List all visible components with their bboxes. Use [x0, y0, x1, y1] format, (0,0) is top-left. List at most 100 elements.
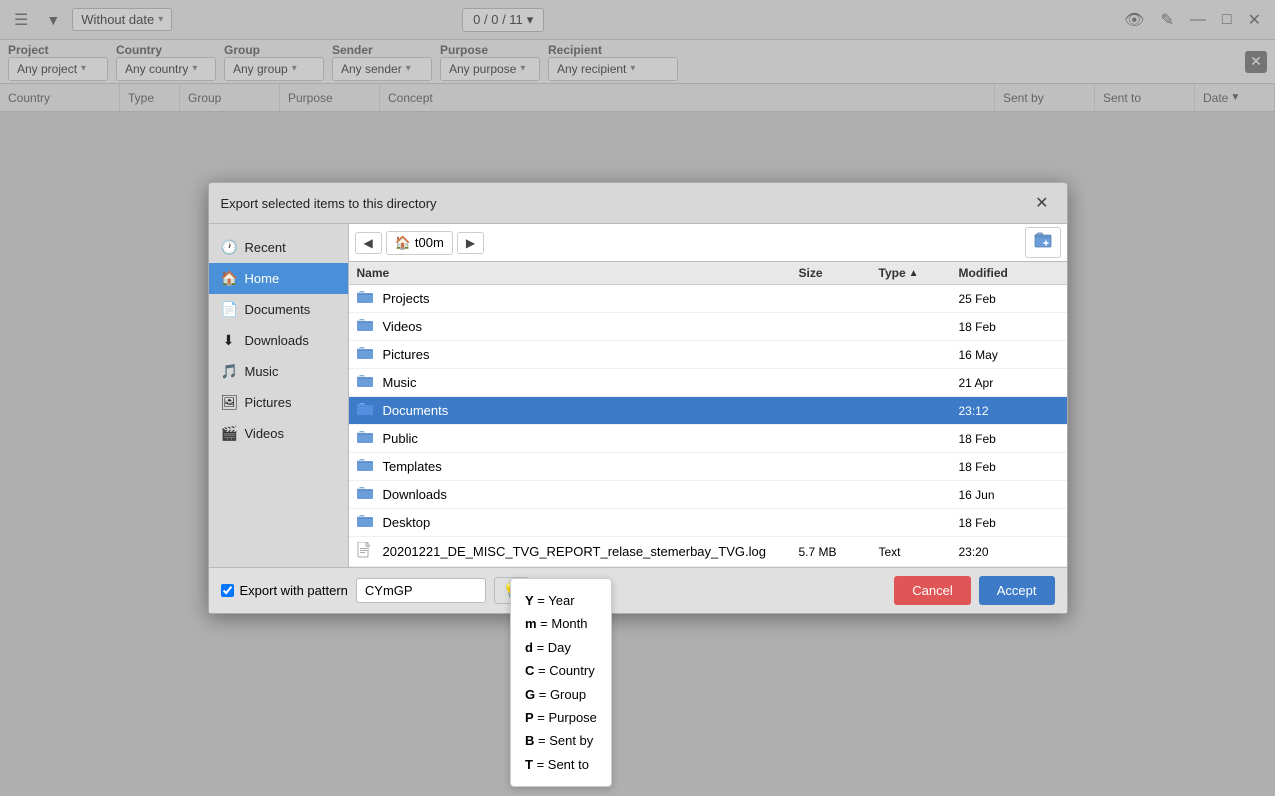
file-type-icon — [357, 458, 377, 475]
tooltip-item: P = Purpose — [525, 706, 597, 729]
file-row[interactable]: Videos 18 Feb — [349, 313, 1067, 341]
file-row[interactable]: 20201221_DE_MISC_TVG_REPORT_relase_steme… — [349, 537, 1067, 567]
file-type-icon — [357, 430, 377, 447]
tooltip-item: T = Sent to — [525, 753, 597, 776]
file-row[interactable]: Downloads 16 Jun — [349, 481, 1067, 509]
pictures-icon: 🖼 — [221, 394, 237, 411]
file-col-modified[interactable]: Modified — [959, 266, 1059, 280]
downloads-icon: ⬇ — [221, 332, 237, 349]
new-folder-button[interactable] — [1025, 227, 1061, 258]
tooltip-key: P — [525, 710, 534, 725]
file-modified: 25 Feb — [959, 292, 1059, 306]
file-modified: 18 Feb — [959, 460, 1059, 474]
nav-forward-button[interactable]: ▶ — [457, 232, 484, 254]
cancel-button[interactable]: Cancel — [894, 576, 970, 605]
dialog-close-button[interactable]: ✕ — [1029, 191, 1054, 215]
file-type-icon — [357, 374, 377, 391]
file-name: Desktop — [383, 515, 799, 530]
tooltip-key: Y — [525, 593, 534, 608]
file-name: Projects — [383, 291, 799, 306]
tooltip-key: m — [525, 616, 537, 631]
file-modified: 16 Jun — [959, 488, 1059, 502]
file-type-icon — [357, 346, 377, 363]
export-pattern-label: Export with pattern — [240, 583, 348, 598]
sidebar-label-music: Music — [245, 364, 279, 379]
sidebar-label-documents: Documents — [245, 302, 311, 317]
file-sidebar: 🕐 Recent🏠 Home📄 Documents⬇ Downloads🎵 Mu… — [209, 224, 349, 567]
file-modified: 23:20 — [959, 545, 1059, 559]
tooltip-item: B = Sent by — [525, 729, 597, 752]
sidebar-label-downloads: Downloads — [245, 333, 309, 348]
tooltip-item: d = Day — [525, 636, 597, 659]
sidebar-item-recent[interactable]: 🕐 Recent — [209, 232, 348, 263]
file-name: Templates — [383, 459, 799, 474]
tooltip-key: T — [525, 757, 533, 772]
dialog-header: Export selected items to this directory … — [209, 183, 1067, 224]
file-row[interactable]: Documents 23:12 — [349, 397, 1067, 425]
dialog-footer: Export with pattern 💡 Cancel Accept — [209, 567, 1067, 613]
sidebar-item-pictures[interactable]: 🖼 Pictures — [209, 387, 348, 418]
sidebar-item-home[interactable]: 🏠 Home — [209, 263, 348, 294]
home-icon: 🏠 — [221, 270, 237, 287]
sidebar-label-recent: Recent — [245, 240, 286, 255]
tooltip-key: d — [525, 640, 533, 655]
file-row[interactable]: Public 18 Feb — [349, 425, 1067, 453]
tooltip-item: G = Group — [525, 683, 597, 706]
file-type-icon — [357, 486, 377, 503]
tooltip-key: G — [525, 687, 535, 702]
music-icon: 🎵 — [221, 363, 237, 380]
accept-button[interactable]: Accept — [979, 576, 1055, 605]
file-col-name[interactable]: Name — [357, 266, 799, 280]
file-row[interactable]: Pictures 16 May — [349, 341, 1067, 369]
file-row[interactable]: Music 21 Apr — [349, 369, 1067, 397]
file-col-type[interactable]: Type ▲ — [879, 266, 959, 280]
nav-location: 🏠 t00m — [386, 231, 453, 255]
dialog-title: Export selected items to this directory — [221, 196, 437, 211]
sidebar-item-videos[interactable]: 🎬 Videos — [209, 418, 348, 449]
file-type: Text — [879, 545, 959, 559]
sidebar-label-home: Home — [245, 271, 280, 286]
videos-icon: 🎬 — [221, 425, 237, 442]
file-type-icon — [357, 318, 377, 335]
file-modified: 21 Apr — [959, 376, 1059, 390]
pattern-input[interactable] — [356, 578, 486, 603]
file-name: Pictures — [383, 347, 799, 362]
sidebar-label-videos: Videos — [245, 426, 285, 441]
tooltip-item: C = Country — [525, 659, 597, 682]
file-name: Documents — [383, 403, 799, 418]
file-browser: ◀ 🏠 t00m ▶ — [349, 224, 1067, 567]
file-row[interactable]: Projects 25 Feb — [349, 285, 1067, 313]
file-modified: 18 Feb — [959, 516, 1059, 530]
documents-icon: 📄 — [221, 301, 237, 318]
sidebar-item-music[interactable]: 🎵 Music — [209, 356, 348, 387]
home-icon: 🏠 — [395, 235, 411, 251]
file-name: Videos — [383, 319, 799, 334]
file-name: Public — [383, 431, 799, 446]
type-sort-arrow: ▲ — [909, 268, 919, 279]
file-type-icon — [357, 290, 377, 307]
export-pattern-checkbox[interactable] — [221, 584, 234, 597]
nav-bar: ◀ 🏠 t00m ▶ — [349, 224, 1067, 262]
file-type-icon — [357, 402, 377, 419]
file-type-icon — [357, 542, 377, 561]
export-pattern-checkbox-label[interactable]: Export with pattern — [221, 583, 348, 598]
sidebar-item-documents[interactable]: 📄 Documents — [209, 294, 348, 325]
tooltip-key: C — [525, 663, 534, 678]
file-col-size[interactable]: Size — [799, 266, 879, 280]
nav-back-button[interactable]: ◀ — [355, 232, 382, 254]
nav-location-text: t00m — [415, 235, 444, 250]
file-row[interactable]: Templates 18 Feb — [349, 453, 1067, 481]
tooltip-item: m = Month — [525, 612, 597, 635]
file-name: 20201221_DE_MISC_TVG_REPORT_relase_steme… — [383, 544, 799, 559]
sidebar-item-downloads[interactable]: ⬇ Downloads — [209, 325, 348, 356]
file-type-icon — [357, 514, 377, 531]
file-modified: 23:12 — [959, 404, 1059, 418]
file-row[interactable]: Desktop 18 Feb — [349, 509, 1067, 537]
file-size: 5.7 MB — [799, 545, 879, 559]
file-list: Projects 25 Feb Videos 18 Feb Pictures 1… — [349, 285, 1067, 567]
file-name: Music — [383, 375, 799, 390]
file-modified: 18 Feb — [959, 432, 1059, 446]
dialog-overlay: Export selected items to this directory … — [0, 0, 1275, 796]
file-modified: 16 May — [959, 348, 1059, 362]
tooltip-item: Y = Year — [525, 589, 597, 612]
